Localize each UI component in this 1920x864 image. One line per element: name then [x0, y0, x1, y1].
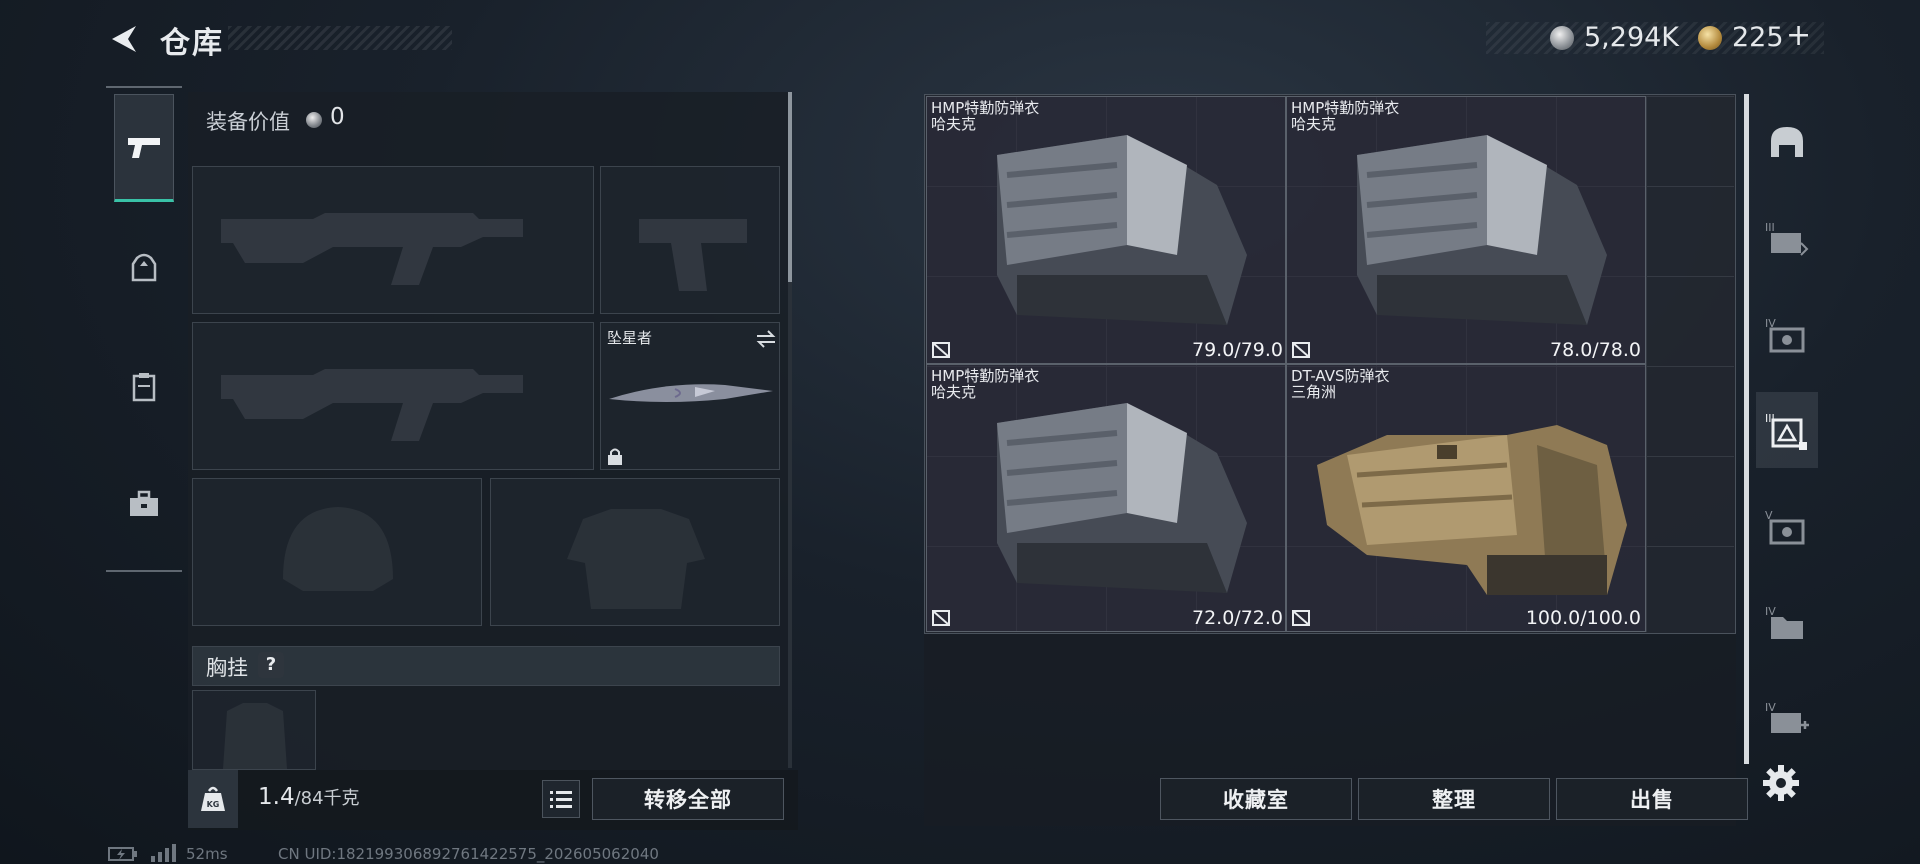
armor-slot[interactable]	[490, 478, 780, 626]
tab-medkits[interactable]: IV	[1756, 680, 1818, 756]
item-name: DT-AVS防弹衣	[1291, 367, 1390, 385]
storage-item[interactable]: HMP特勤防弹衣 哈夫克 79.0/79.0	[926, 96, 1286, 364]
item-brand: 哈夫克	[1291, 115, 1337, 133]
silver-coin-icon	[306, 112, 322, 128]
backpack-icon	[131, 253, 157, 282]
list-icon	[550, 791, 572, 808]
sidearm-slot[interactable]	[600, 166, 780, 314]
melee-item-name: 坠星者	[607, 329, 653, 347]
tab-cases[interactable]: IV	[1756, 296, 1818, 372]
storage-scrollbar[interactable]	[1744, 94, 1749, 764]
sell-button[interactable]: 出售	[1556, 778, 1748, 820]
svg-text:III: III	[1765, 221, 1775, 234]
svg-text:KG: KG	[207, 800, 220, 809]
weight-max: /84千克	[294, 788, 360, 809]
weight-current: 1.4	[258, 784, 295, 810]
gold-currency-value: 225	[1732, 22, 1784, 53]
tab-helmets[interactable]	[1756, 104, 1818, 180]
equipment-value: 0	[330, 104, 345, 130]
organize-button[interactable]: 整理	[1358, 778, 1550, 820]
add-currency-button[interactable]: +	[1786, 18, 1811, 53]
weight-kg-icon: KG	[188, 770, 238, 828]
lock-icon	[608, 448, 622, 465]
tab-weapons[interactable]	[114, 94, 174, 202]
signal-icon	[151, 844, 176, 862]
helmet-slot[interactable]	[192, 478, 482, 626]
gear-icon[interactable]	[1762, 764, 1800, 802]
vest-icon	[132, 373, 156, 402]
chest-rig-silhouette-icon	[223, 703, 287, 769]
item-brand: 三角洲	[1291, 383, 1337, 401]
armor-silhouette-icon	[567, 509, 705, 609]
chest-rig-slot[interactable]	[192, 690, 316, 770]
item-name: HMP特勤防弹衣	[931, 367, 1040, 385]
armor-icon: III	[1765, 412, 1807, 450]
rifle-silhouette-icon	[221, 369, 523, 441]
item-brand: 哈夫克	[931, 115, 977, 133]
no-transfer-icon	[1292, 342, 1310, 358]
body-armor-item-icon	[1317, 425, 1627, 595]
silver-coin-icon	[1550, 26, 1574, 50]
storage-item[interactable]: HMP特勤防弹衣 哈夫克 78.0/78.0	[1286, 96, 1646, 364]
item-durability: 72.0/72.0	[1191, 607, 1283, 629]
folder-icon: IV	[1765, 605, 1803, 639]
no-transfer-icon	[932, 342, 950, 358]
equipment-value-label: 装备价值	[206, 110, 290, 134]
tab-folders[interactable]: IV	[1756, 584, 1818, 660]
uid-text: CN UID:18219930689276142​2575_2026050620…	[278, 845, 659, 863]
primary-weapon-slot[interactable]	[192, 166, 594, 314]
pistol-icon	[128, 138, 160, 158]
body-armor-item-icon	[997, 135, 1247, 325]
swap-icon[interactable]	[755, 329, 777, 349]
collection-room-button[interactable]: 收藏室	[1160, 778, 1352, 820]
ping-text: 52ms	[186, 845, 228, 863]
storage-item[interactable]: DT-AVS防弹衣 三角洲 100.0/100.0	[1286, 364, 1646, 632]
rifle-silhouette-icon	[221, 213, 523, 285]
gold-coin-icon	[1698, 26, 1722, 50]
helmet-icon	[1771, 127, 1803, 157]
equipment-scrollbar-thumb[interactable]	[788, 92, 792, 282]
chest-rig-label: 胸挂	[206, 656, 248, 680]
helmet-silhouette-icon	[283, 507, 393, 591]
bag-icon: III	[1765, 221, 1809, 256]
svg-text:IV: IV	[1765, 701, 1776, 714]
body-armor-item-icon	[1357, 135, 1607, 325]
silver-currency-value: 5,294K	[1584, 22, 1680, 53]
tab-toolbox[interactable]	[114, 450, 174, 558]
weight-value: 1.4/84千克	[258, 784, 360, 810]
knife-item-icon	[609, 384, 773, 402]
page-title: 仓库	[160, 26, 224, 61]
item-name: HMP特勤防弹衣	[1291, 99, 1400, 117]
tab-cases-v[interactable]: V	[1756, 488, 1818, 564]
body-armor-item-icon	[997, 403, 1247, 593]
item-brand: 哈夫克	[931, 383, 977, 401]
medkit-icon: IV	[1765, 701, 1809, 733]
no-transfer-icon	[1292, 610, 1310, 626]
pistol-silhouette-icon	[639, 219, 747, 291]
tab-bags[interactable]: III	[1756, 200, 1818, 276]
title-decoration	[228, 26, 452, 50]
item-durability: 79.0/79.0	[1191, 339, 1283, 361]
item-name: HMP特勤防弹衣	[931, 99, 1040, 117]
item-durability: 100.0/100.0	[1525, 607, 1641, 629]
secondary-weapon-slot[interactable]	[192, 322, 594, 470]
melee-slot[interactable]: 坠星者	[600, 322, 780, 470]
back-arrow-icon[interactable]	[106, 22, 142, 56]
transfer-all-button[interactable]: 转移全部	[592, 778, 784, 820]
svg-text:IV: IV	[1765, 605, 1776, 618]
battery-icon	[108, 847, 137, 861]
tab-vest[interactable]	[114, 334, 174, 442]
toolbox-icon	[130, 490, 158, 516]
case-icon: IV	[1765, 317, 1805, 353]
case-icon: V	[1765, 509, 1805, 545]
tab-armor[interactable]: III	[1756, 392, 1818, 468]
item-durability: 78.0/78.0	[1549, 339, 1641, 361]
no-transfer-icon	[932, 610, 950, 626]
storage-item[interactable]: HMP特勤防弹衣 哈夫克 72.0/72.0	[926, 364, 1286, 632]
list-view-button[interactable]	[542, 780, 580, 818]
help-button[interactable]: ?	[258, 652, 284, 678]
tab-backpack[interactable]	[114, 214, 174, 322]
